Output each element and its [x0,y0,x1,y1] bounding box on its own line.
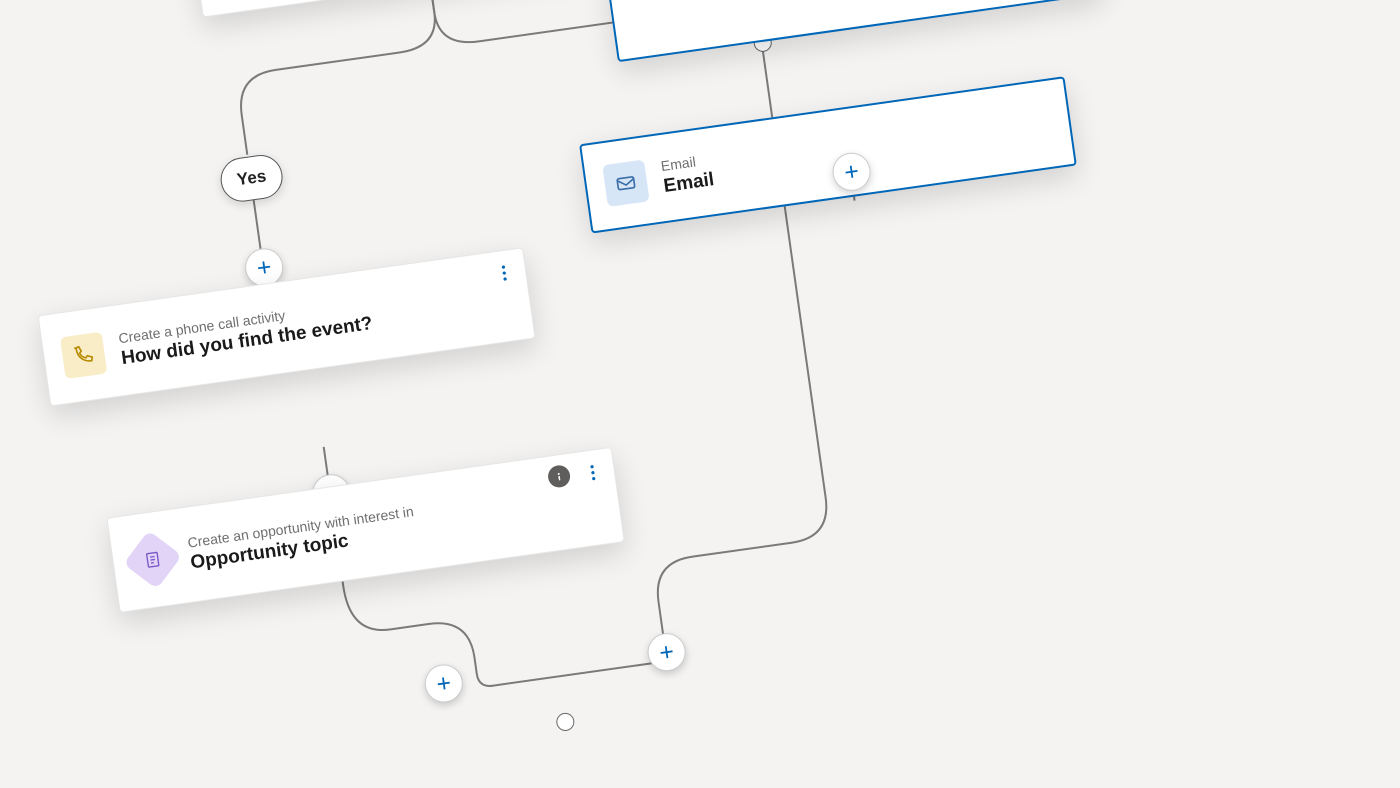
node-condition[interactable]: If/then branch Email Link Clicked [192,0,659,18]
node-email-placeholder[interactable] [605,0,1103,62]
node-more-button[interactable] [491,258,517,289]
opportunity-icon [123,530,182,589]
add-node-button[interactable] [645,631,688,674]
node-more-button[interactable] [580,457,606,488]
node-opportunity[interactable]: Create an opportunity with interest in O… [106,447,624,613]
mail-icon [602,160,649,207]
condition-icon [207,0,266,2]
branch-pill-yes[interactable]: Yes [218,152,286,204]
node-email[interactable]: Email Email [579,76,1077,233]
warning-icon[interactable] [547,464,572,489]
node-phone-call[interactable]: Create a phone call activity How did you… [38,247,536,406]
phone-icon [60,332,107,379]
branch-label: Yes [236,166,268,190]
flow-connectors [0,0,1400,788]
connector-joint [555,712,575,732]
add-node-button[interactable] [422,662,465,705]
